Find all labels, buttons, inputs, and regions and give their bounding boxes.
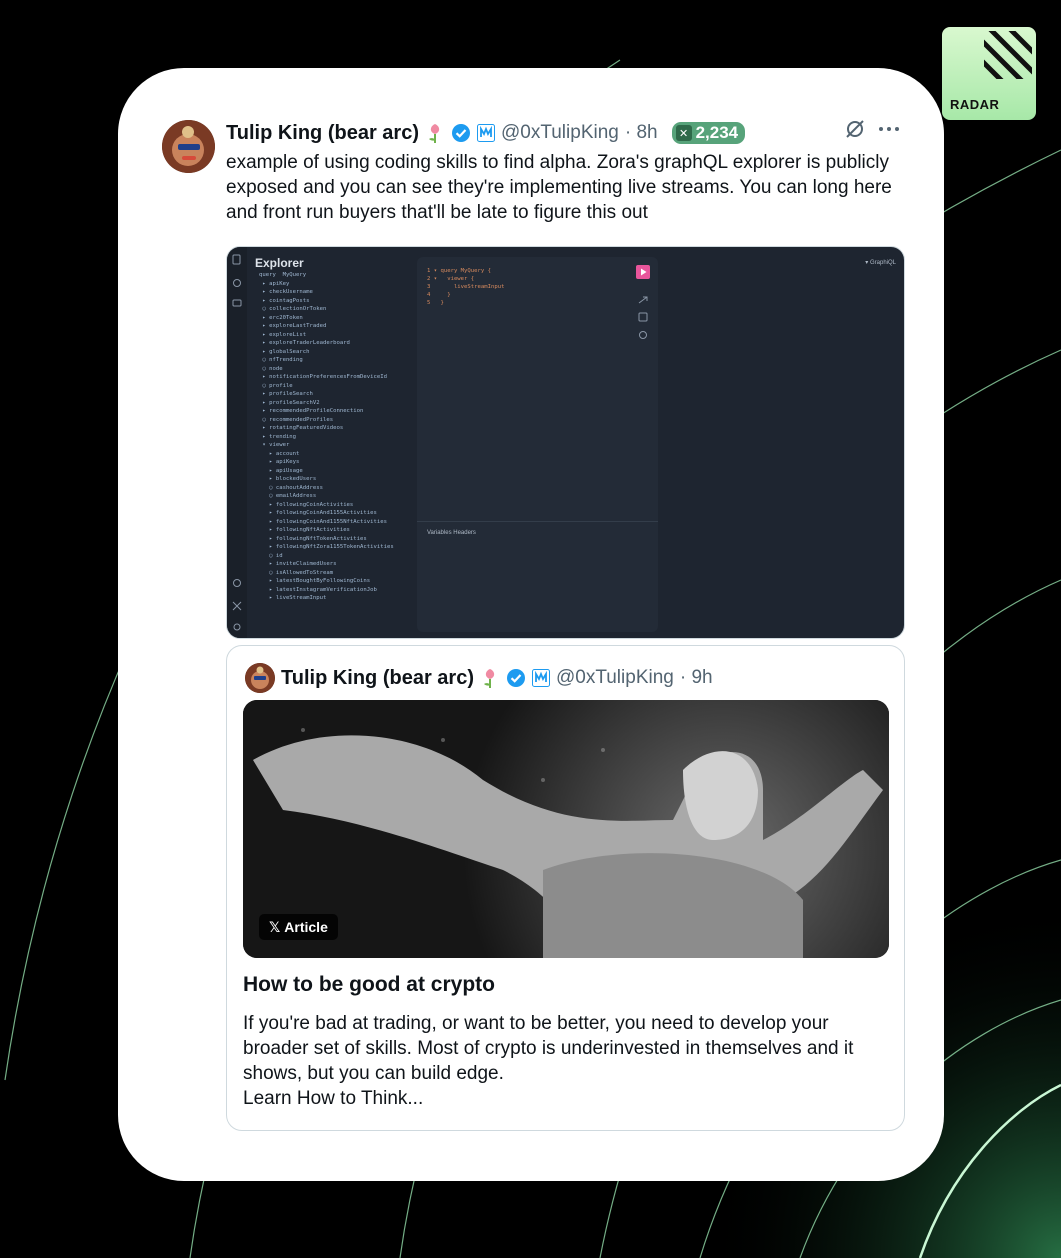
avatar[interactable] [162,120,215,173]
quote-author-name[interactable]: Tulip King (bear arc) [281,667,474,690]
quote-time[interactable]: · 9h [680,667,713,689]
tweet-time[interactable]: · 8h [625,122,658,144]
tulip-icon [480,667,500,689]
tweet-text: example of using coding skills to find a… [226,152,892,223]
explorer-fields: query MyQuery ▸ apiKey ▸ checkUsername ▸… [259,272,394,601]
query-editor: 1 ▾ query MyQuery { 2 ▾ viewer { 3 liveS… [417,257,658,632]
query-code: 1 ▾ query MyQuery { 2 ▾ viewer { 3 liveS… [427,268,505,306]
article-body: If you're bad at trading, or want to be … [243,1013,854,1109]
explorer-sidebar [227,247,247,638]
verified-badge-icon [451,123,471,143]
graphiql-label: ▾ GraphiQL [865,260,896,266]
author-name[interactable]: Tulip King (bear arc) [226,122,419,145]
article-badge: 𝕏 Article [259,914,338,940]
article-badge-label: Article [284,919,328,935]
x-logo-icon: 𝕏 [269,918,281,935]
variables-tabs: Variables Headers [427,530,476,536]
radar-logo-icon [984,31,1032,79]
quote-author-handle[interactable]: @0xTulipKing [556,667,674,689]
radar-badge: RADAR [942,27,1036,120]
article-cover-image[interactable]: 𝕏 Article [243,700,889,958]
grok-icon[interactable] [844,118,866,140]
graphql-explorer-screenshot[interactable]: Explorer query MyQuery ▸ apiKey ▸ checkU… [226,246,905,639]
verified-badge-icon [506,668,526,688]
x-logo-icon: ✕ [675,125,692,141]
tweet-header: Tulip King (bear arc) @0xTulipKing · 8h … [226,118,746,148]
affiliate-icon [476,124,495,142]
affiliate-icon [531,669,550,687]
tulip-icon [425,122,445,144]
run-query-button [636,265,650,279]
radar-label: RADAR [950,97,1000,112]
article-title[interactable]: How to be good at crypto [243,973,495,997]
author-handle[interactable]: @0xTulipKing [501,122,619,144]
more-options-icon[interactable] [878,125,900,133]
editor-tool-icons [638,296,648,339]
quote-header: Tulip King (bear arc) @0xTulipKing · 9h [281,663,713,693]
variables-panel: Variables Headers [417,521,658,632]
engagement-count-badge: ✕ 2,234 [671,122,746,144]
engagement-count: 2,234 [695,123,739,142]
quoted-tweet[interactable]: Tulip King (bear arc) @0xTulipKing · 9h [226,645,905,1131]
explorer-title: Explorer [255,256,304,270]
tweet-actions [844,118,900,140]
quote-avatar[interactable] [245,663,275,693]
